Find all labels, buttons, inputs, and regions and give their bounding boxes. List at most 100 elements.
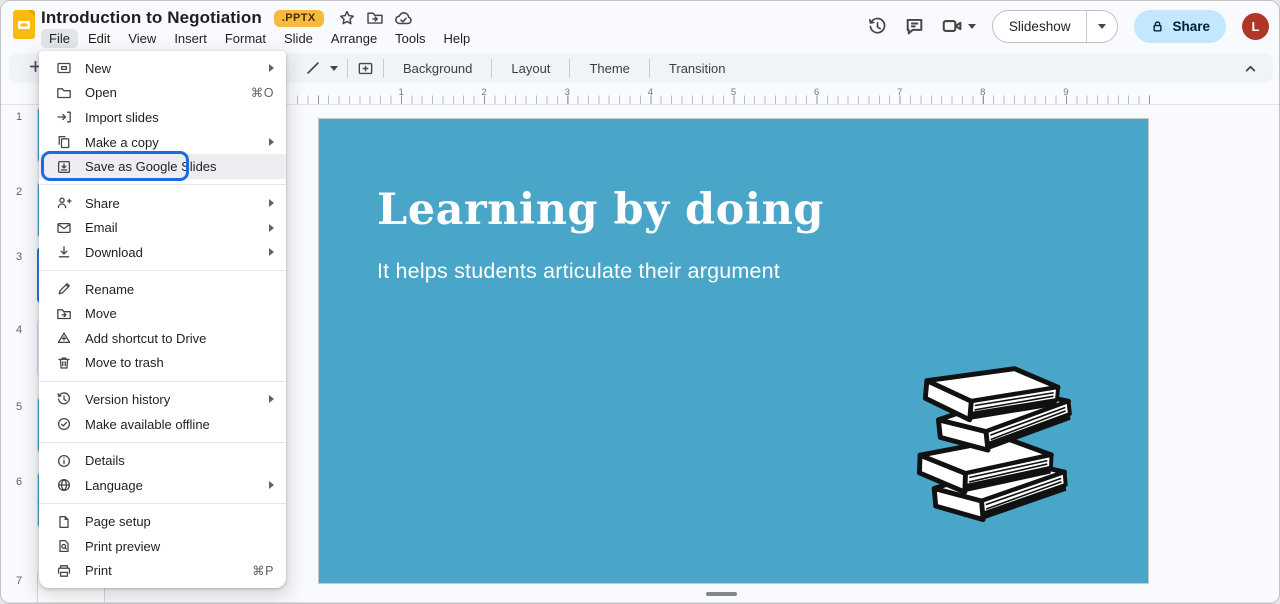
toolbar-button-layout[interactable]: Layout	[501, 58, 560, 79]
menu-item-print[interactable]: Print ⌘P	[39, 559, 286, 584]
slide-number: 6	[9, 476, 29, 488]
share-button[interactable]: Share	[1134, 10, 1226, 43]
menubar-edit[interactable]: Edit	[80, 29, 118, 48]
menu-item-add-shortcut-to-drive[interactable]: Add shortcut to Drive	[39, 326, 286, 351]
menubar-file[interactable]: File	[41, 29, 78, 48]
account-avatar[interactable]: L	[1242, 13, 1269, 40]
ruler-number: 2	[482, 87, 487, 98]
menu-separator	[39, 184, 286, 185]
menu-item-rename[interactable]: Rename	[39, 277, 286, 302]
document-action-icons	[338, 9, 413, 28]
menu-item-label: Import slides	[85, 110, 274, 125]
menu-item-icon	[56, 355, 72, 371]
menu-item-import-slides[interactable]: Import slides	[39, 105, 286, 130]
ruler-number: 1	[398, 87, 403, 98]
menu-item-move-to-trash[interactable]: Move to trash	[39, 351, 286, 376]
slide-number: 2	[9, 186, 29, 198]
collapse-toolbar-button[interactable]	[1242, 60, 1259, 77]
document-title[interactable]: Introduction to Negotiation	[41, 8, 262, 28]
menu-item-icon	[56, 220, 72, 236]
menu-item-details[interactable]: Details	[39, 448, 286, 473]
star-icon[interactable]	[338, 9, 356, 27]
menu-item-version-history[interactable]: Version history	[39, 387, 286, 412]
menubar-tools[interactable]: Tools	[387, 29, 433, 48]
toolbar-buttons: Background Layout Theme Transition	[393, 58, 736, 79]
slide-number: 7	[9, 575, 29, 587]
ruler-number: 4	[648, 87, 653, 98]
menu-item-make-available-offline[interactable]: Make available offline	[39, 412, 286, 437]
slides-app-icon[interactable]	[13, 10, 35, 39]
slide-number: 3	[9, 251, 29, 263]
menu-item-label: Language	[85, 478, 263, 493]
ruler-number: 9	[1063, 87, 1068, 98]
menu-item-make-a-copy[interactable]: Make a copy	[39, 130, 286, 155]
menubar-view[interactable]: View	[120, 29, 164, 48]
menu-item-label: Add shortcut to Drive	[85, 331, 274, 346]
top-bar: Introduction to Negotiation .PPTX FileEd…	[1, 1, 1279, 51]
move-folder-icon[interactable]	[366, 9, 384, 27]
ruler-number: 6	[814, 87, 819, 98]
menu-item-email[interactable]: Email	[39, 216, 286, 241]
camera-caret-icon	[968, 24, 976, 29]
toolbar-button-theme[interactable]: Theme	[579, 58, 639, 79]
bottom-divider	[1, 602, 1279, 603]
menubar-format[interactable]: Format	[217, 29, 274, 48]
ruler-number: 8	[980, 87, 985, 98]
menu-item-share[interactable]: Share	[39, 191, 286, 216]
slideshow-button[interactable]: Slideshow	[993, 11, 1087, 42]
ruler-number: 5	[731, 87, 736, 98]
toolbar-button-transition[interactable]: Transition	[659, 58, 736, 79]
menu-separator	[39, 270, 286, 271]
menu-item-icon	[56, 477, 72, 493]
cloud-saved-icon[interactable]	[394, 9, 413, 28]
google-slides-window: Introduction to Negotiation .PPTX FileEd…	[0, 0, 1280, 604]
menu-item-language[interactable]: Language	[39, 473, 286, 498]
slide-canvas[interactable]: Learning by doing It helps students arti…	[318, 118, 1149, 584]
menu-item-label: Make a copy	[85, 135, 263, 150]
lock-icon	[1150, 19, 1165, 34]
menu-item-label: Open	[85, 85, 251, 100]
slide-number: 4	[9, 324, 29, 336]
menu-item-label: Print	[85, 563, 252, 578]
menubar-slide[interactable]: Slide	[276, 29, 321, 48]
menubar-arrange[interactable]: Arrange	[323, 29, 385, 48]
menu-item-save-as-google-slides[interactable]: Save as Google Slides	[39, 154, 286, 179]
version-history-icon[interactable]	[867, 16, 888, 37]
menu-item-icon	[56, 85, 72, 101]
menu-item-icon	[56, 416, 72, 432]
menu-separator	[39, 442, 286, 443]
toolbar-button-background[interactable]: Background	[393, 58, 482, 79]
toolbar-separator	[383, 59, 384, 78]
books-stack-image[interactable]	[907, 351, 1103, 533]
ruler-ticks	[291, 85, 1151, 104]
speaker-notes-resize-handle[interactable]	[706, 592, 737, 596]
menubar-insert[interactable]: Insert	[166, 29, 215, 48]
slide-subtitle-text[interactable]: It helps students articulate their argum…	[377, 259, 780, 284]
menu-item-label: New	[85, 61, 263, 76]
line-tool-icon[interactable]	[305, 60, 321, 76]
menu-item-label: Download	[85, 245, 263, 260]
toolbar-separator	[569, 59, 570, 78]
slide-title-text[interactable]: Learning by doing	[377, 185, 824, 235]
menu-item-icon	[56, 281, 72, 297]
comments-icon[interactable]	[904, 16, 925, 37]
text-box-icon[interactable]	[357, 60, 374, 77]
menu-item-icon	[56, 244, 72, 260]
menu-item-move[interactable]: Move	[39, 301, 286, 326]
menu-item-label: Email	[85, 220, 263, 235]
menu-item-open[interactable]: Open ⌘O	[39, 81, 286, 106]
meet-camera-button[interactable]	[941, 15, 976, 37]
menu-item-new[interactable]: New	[39, 56, 286, 81]
document-title-row: Introduction to Negotiation .PPTX	[41, 8, 413, 28]
menu-item-label: Print preview	[85, 539, 274, 554]
menu-item-label: Details	[85, 453, 274, 468]
slideshow-options-button[interactable]	[1086, 11, 1117, 42]
menu-item-download[interactable]: Download	[39, 240, 286, 265]
submenu-arrow-icon	[269, 138, 274, 146]
slideshow-split-button: Slideshow	[992, 10, 1119, 43]
slide-number: 5	[9, 401, 29, 413]
menubar-help[interactable]: Help	[436, 29, 479, 48]
menu-item-print-preview[interactable]: Print preview	[39, 534, 286, 559]
menu-item-page-setup[interactable]: Page setup	[39, 510, 286, 535]
line-tool-caret-icon[interactable]	[330, 66, 338, 71]
